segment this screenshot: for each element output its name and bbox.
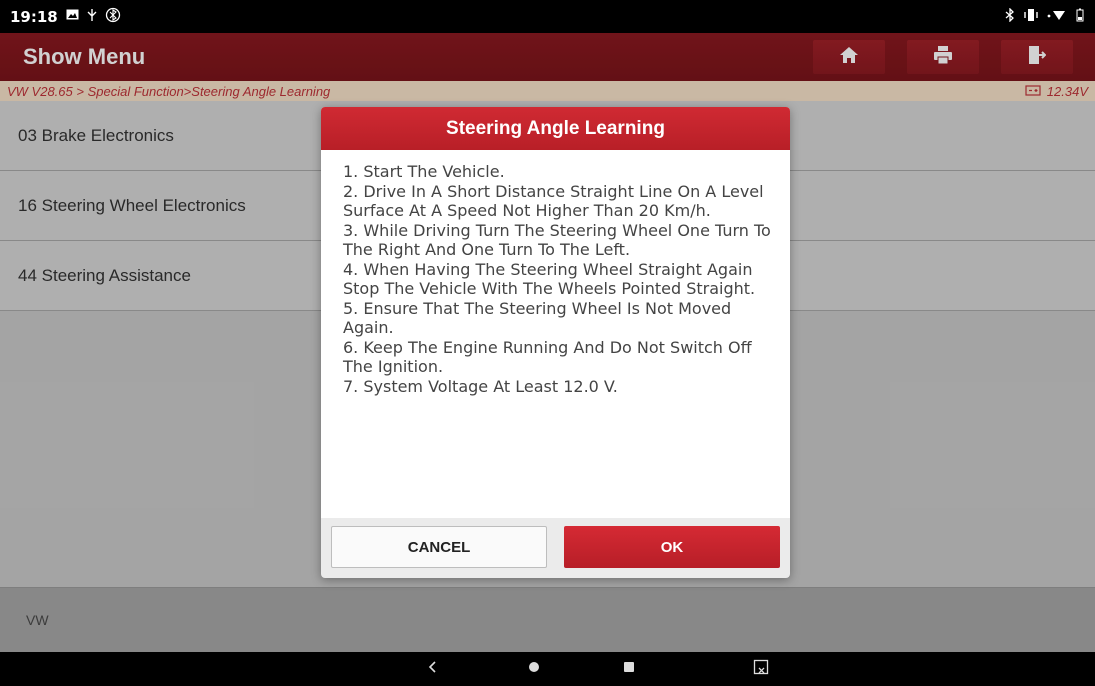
instruction-line: 4. When Having The Steering Wheel Straig… [343, 259, 756, 299]
instruction-line: 2. Drive In A Short Distance Straight Li… [343, 181, 764, 221]
screenshot-button[interactable] [741, 652, 781, 686]
ok-button[interactable]: OK [564, 526, 780, 568]
bluetooth-icon [1005, 7, 1015, 25]
dialog-title: Steering Angle Learning [321, 107, 790, 150]
cancel-button[interactable]: CANCEL [331, 526, 547, 568]
instruction-line: 3. While Driving Turn The Steering Wheel… [343, 220, 771, 260]
wifi-icon [1047, 8, 1067, 25]
back-button[interactable] [413, 652, 453, 686]
system-nav-bar [0, 652, 1095, 686]
bluetooth-off-icon [105, 7, 121, 27]
usb-debug-icon [85, 8, 99, 26]
status-time: 19:18 [10, 7, 58, 26]
screenshot-icon [753, 659, 769, 680]
instruction-line: 5. Ensure That The Steering Wheel Is Not… [343, 298, 732, 338]
battery-icon [1075, 8, 1085, 25]
dialog-footer: CANCEL OK [321, 518, 790, 578]
dialog-body: 1. Start The Vehicle. 2. Drive In A Shor… [321, 150, 790, 518]
recents-icon [623, 660, 635, 678]
status-bar: 19:18 [0, 0, 1095, 33]
instruction-line: 6. Keep The Engine Running And Do Not Sw… [343, 337, 752, 377]
instruction-line: 7. System Voltage At Least 12.0 V. [343, 376, 618, 396]
instruction-line: 1. Start The Vehicle. [343, 162, 505, 181]
recents-button[interactable] [609, 652, 649, 686]
back-icon [428, 660, 438, 679]
home-nav-button[interactable] [514, 652, 554, 686]
steering-angle-dialog: Steering Angle Learning 1. Start The Veh… [321, 107, 790, 578]
vibrate-icon [1023, 8, 1039, 25]
home-circle-icon [528, 660, 540, 678]
image-icon [66, 9, 79, 24]
